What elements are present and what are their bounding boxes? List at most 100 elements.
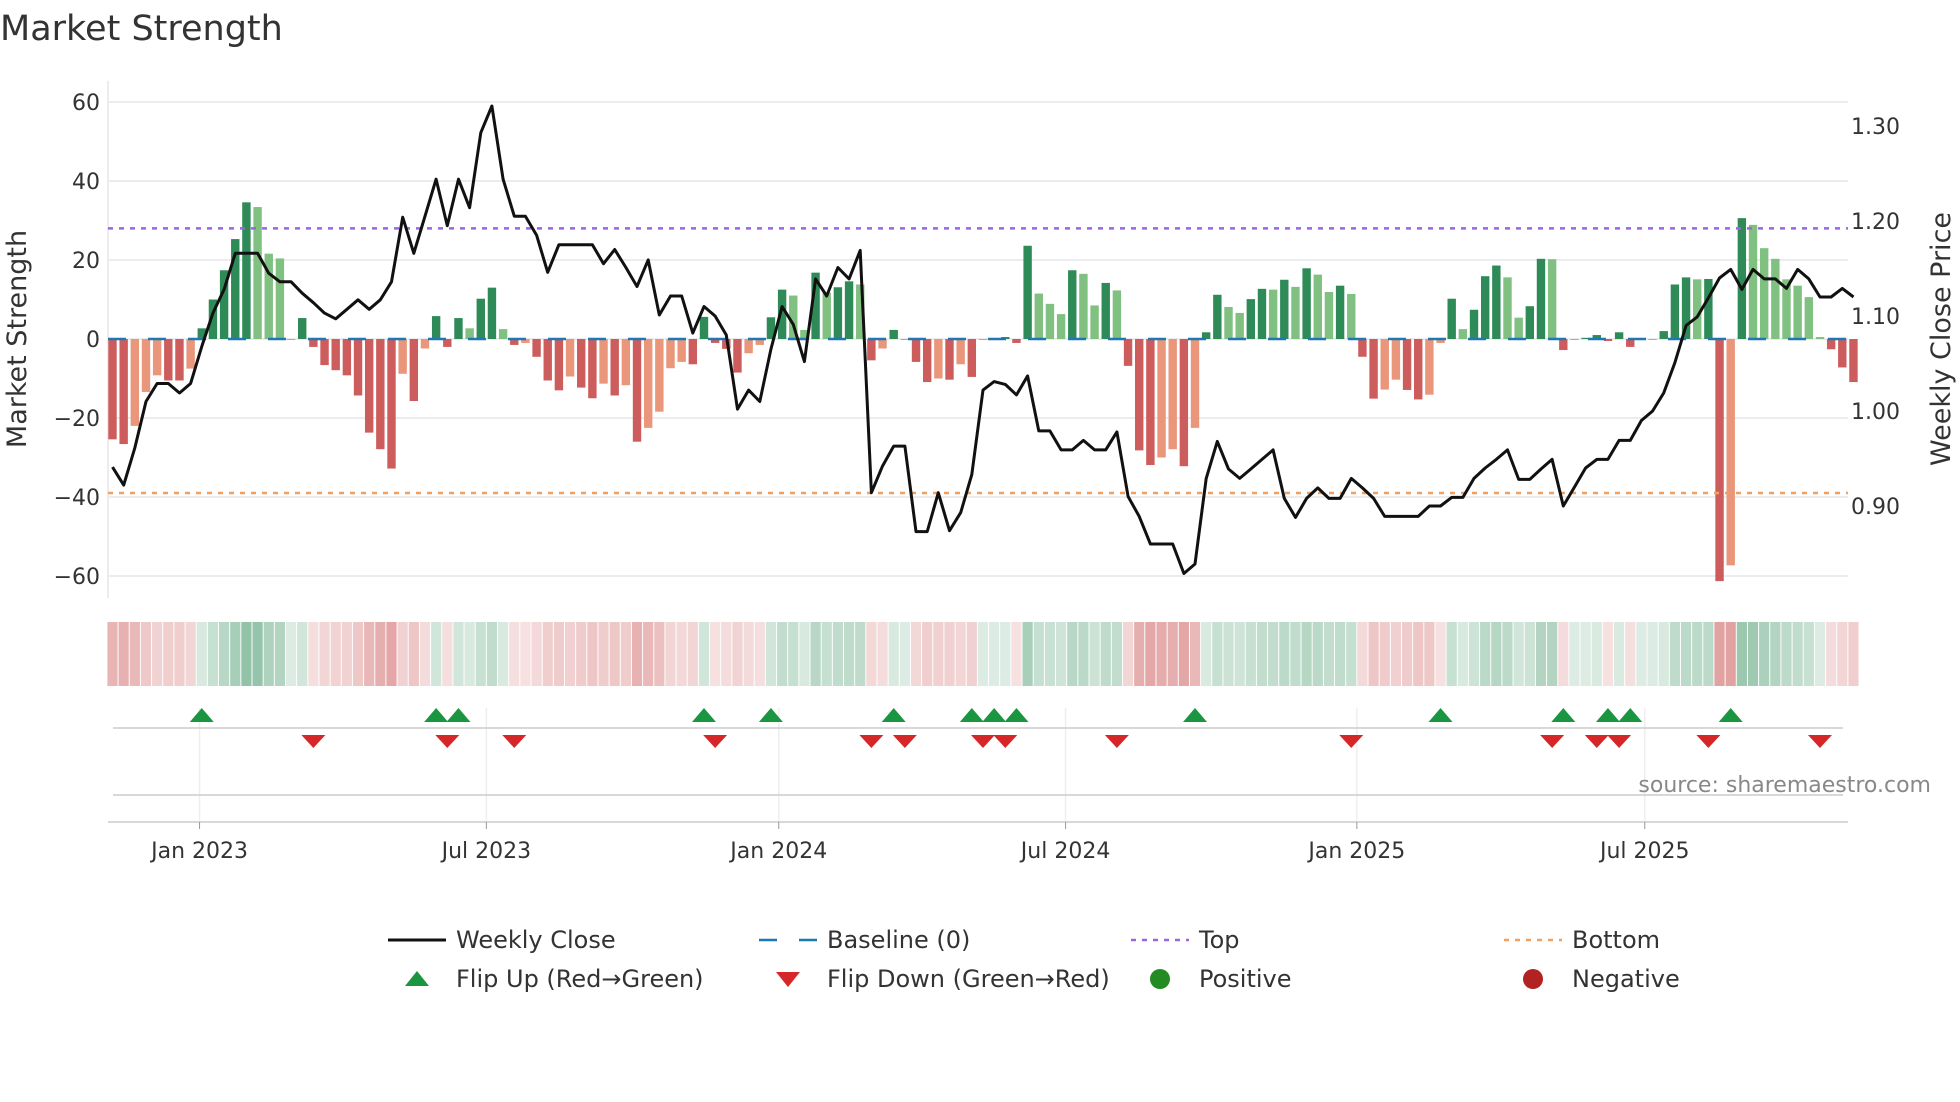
strip-cell [855,622,866,686]
strip-cell [933,622,944,686]
strip-cell [1122,622,1134,686]
strip-cell [1134,622,1145,686]
flip-up-marker [1428,708,1453,722]
strength-bar [978,339,988,340]
strip-cell [263,622,274,686]
strip-cell [1011,622,1022,686]
strip-cell [1468,622,1480,686]
strip-cell [676,622,687,686]
strip-cell [252,622,263,686]
strength-bar [498,329,508,339]
strip-cell [576,622,587,686]
strength-bar [1771,258,1780,339]
strip-cell [285,622,297,686]
strip-cell [196,622,207,686]
strength-bar [1068,270,1077,339]
x-tick-label: Jul 2025 [1598,839,1690,864]
strip-cell [643,622,654,686]
strip-cell [1000,622,1011,686]
strip-cell [1826,622,1837,686]
strip-cell [1658,622,1669,686]
strip-cell [163,622,174,686]
strip-cell [1234,622,1245,686]
strip-cell [1502,622,1513,686]
strip-cell [587,622,598,686]
strip-cell [665,622,676,686]
strip-cell [341,622,352,686]
strength-bar [922,339,932,383]
strength-bar [119,339,128,445]
strip-cell [241,622,252,686]
strength-bar [1826,339,1836,350]
right-tick-label: 1.10 [1851,305,1900,330]
strip-cell [910,622,922,686]
strip-cell [1368,622,1379,686]
strength-bar [1291,286,1300,339]
strength-bar [1447,298,1456,339]
flip-markers-panel [108,708,1848,823]
strip-cell [1625,622,1636,686]
strength-bar [911,339,921,362]
strip-cell [118,622,129,686]
flip-up-marker [1183,708,1208,722]
strip-cell [1156,622,1167,686]
x-axis-ticks: Jan 2023 Jul 2023 Jan 2024 Jul 2024 Jan 2025… [149,822,1690,864]
strength-bar [900,339,910,340]
strip-cell [464,622,475,686]
strip-cell [598,622,609,686]
strength-bar [1492,265,1501,339]
strip-cell [922,622,933,686]
strength-bar [1313,274,1322,339]
strip-cell [1725,622,1736,686]
strength-bar [1380,339,1389,390]
strength-bar [286,339,296,340]
strength-bar [253,207,262,339]
left-tick-label: −20 [54,407,100,432]
strength-bar [822,292,831,339]
strip-cell [1223,622,1234,686]
strip-cell [777,622,788,686]
flip-up-marker [189,708,214,722]
strip-cell [1212,622,1223,686]
strip-cell [319,622,330,686]
strength-bar [1246,299,1256,339]
strip-cell [1078,622,1089,686]
strength-bar [298,318,307,339]
strength-bar [1347,293,1356,339]
strip-cell [1558,622,1569,686]
flip-down-marker [892,735,917,748]
strip-cell [453,622,464,686]
strength-bar [621,339,631,386]
strength-bar [1391,339,1401,380]
strength-bar [431,316,441,339]
strength-bar [398,339,407,374]
strip-cell [1814,622,1826,686]
strip-cell [966,622,977,686]
flip-up-marker [691,708,716,722]
strength-bar [1079,273,1088,339]
strength-bar [320,339,329,366]
legend: Weekly Close Baseline (0) Top Bottom Flip Up… [388,926,1680,993]
strip-cell [330,622,341,686]
flip-down-marker [1104,735,1129,748]
strength-bar [699,316,709,339]
strip-cell [710,622,721,686]
strength-bar [164,339,173,381]
strip-cell [419,622,431,686]
strip-cell [1201,622,1212,686]
legend-label: Bottom [1572,926,1660,954]
strength-bar [599,339,608,384]
strip-cell [397,622,408,686]
strength-bar [1023,245,1032,339]
strip-cell [230,622,241,686]
flip-down-marker [859,735,884,748]
strip-cell [498,622,509,686]
strength-bar [956,339,965,365]
strip-cell [1056,622,1067,686]
strength-bar [1090,305,1099,339]
strength-bar [577,339,586,388]
flip-up-marker [446,708,471,722]
strength-bar [1759,248,1769,339]
strip-cell [821,622,832,686]
legend-label: Positive [1199,965,1292,993]
